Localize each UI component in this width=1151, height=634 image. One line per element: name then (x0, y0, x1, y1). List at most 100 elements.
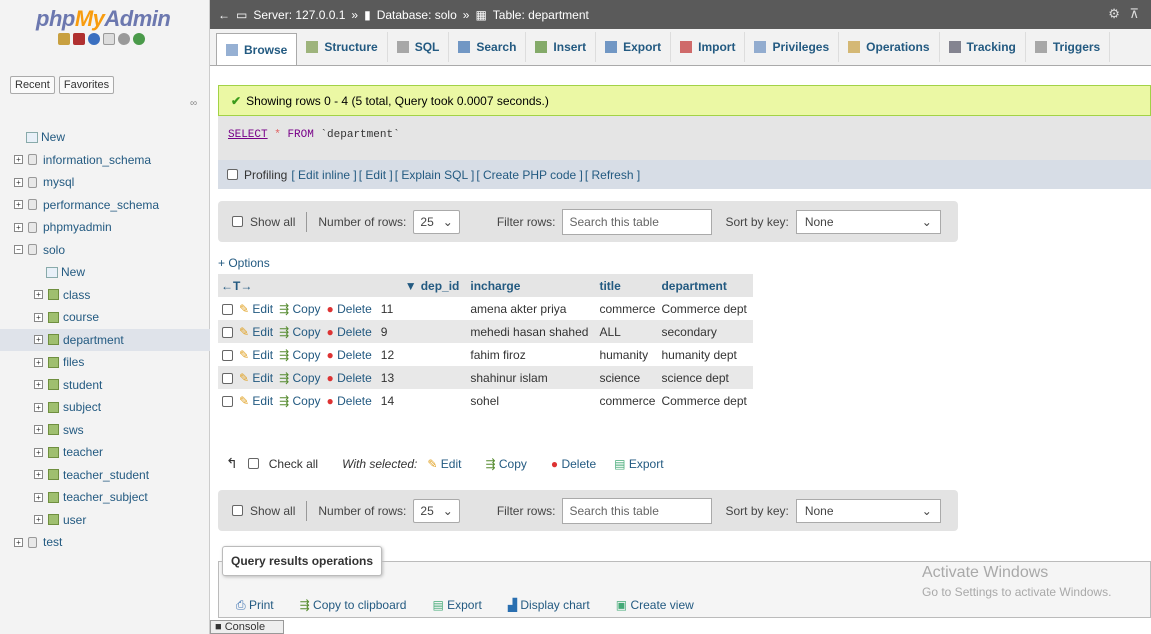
expand-icon[interactable]: + (34, 380, 43, 390)
tab-operations[interactable]: Operations (839, 32, 940, 62)
cell-department[interactable]: humanity dept (658, 343, 753, 366)
tree-item-label[interactable]: information_schema (43, 153, 151, 167)
expand-icon[interactable]: + (14, 177, 23, 187)
row-checkbox[interactable] (222, 326, 233, 338)
tree-item-label[interactable]: department (63, 333, 124, 347)
cell-department[interactable]: secondary (658, 320, 753, 343)
settings-icon[interactable] (118, 33, 130, 45)
tree-item[interactable]: + files (0, 351, 210, 374)
sort-by-key-select[interactable]: None ⌄ (795, 209, 941, 234)
tree-item[interactable]: + phpmyadmin (0, 216, 210, 239)
tab-structure[interactable]: Structure (297, 32, 388, 62)
recent-tab[interactable]: Recent (10, 76, 55, 94)
column-header-title[interactable]: title (591, 274, 659, 297)
expand-icon[interactable]: + (14, 537, 23, 547)
check-all-checkbox[interactable] (247, 458, 259, 469)
cell-dep-id[interactable]: 9 (374, 320, 463, 343)
tab-export[interactable]: Export (596, 32, 672, 62)
bulk-edit-button[interactable]: ✎ Edit (427, 457, 461, 471)
expand-icon[interactable]: + (34, 290, 43, 300)
cell-department[interactable]: Commerce dept (658, 297, 753, 320)
collapse-top-icon[interactable]: ⊼ (1129, 6, 1139, 21)
tree-item-label[interactable]: test (43, 535, 62, 549)
tab-import[interactable]: Import (671, 32, 746, 62)
tree-item-label[interactable]: sws (63, 423, 84, 437)
tab-sql[interactable]: SQL (388, 32, 450, 62)
tab-browse[interactable]: Browse (216, 33, 298, 65)
edit-button[interactable]: ✎ Edit (236, 320, 277, 343)
bulk-copy-button[interactable]: ⇶ Copy (485, 457, 526, 471)
bulk-delete-button[interactable]: ● Delete (551, 457, 596, 471)
sort-arrow-icon[interactable]: ▼ (405, 279, 417, 293)
tree-item[interactable]: + information_schema (0, 149, 210, 172)
show-all-checkbox[interactable] (232, 505, 243, 516)
number-of-rows-select[interactable]: 25 ⌄ (413, 498, 460, 523)
display-chart-button[interactable]: ▟ Display chart (508, 598, 590, 613)
tree-item-label[interactable]: performance_schema (43, 198, 159, 212)
tab-triggers[interactable]: Triggers (1026, 32, 1111, 62)
tree-item-label[interactable]: New (61, 265, 85, 279)
copy-button[interactable]: ⇶ Copy (276, 343, 324, 366)
tree-item[interactable]: + performance_schema (0, 194, 210, 217)
breadcrumb-server[interactable]: Server: 127.0.0.1 (253, 8, 345, 22)
expand-icon[interactable]: + (34, 425, 43, 435)
cell-incharge[interactable]: amena akter priya (462, 297, 592, 320)
column-header-incharge[interactable]: incharge (462, 274, 592, 297)
breadcrumb-database[interactable]: Database: solo (377, 8, 457, 22)
docs-icon[interactable] (103, 33, 115, 45)
column-header-dep-id[interactable]: dep_id (421, 279, 460, 293)
column-header-department[interactable]: department (658, 274, 753, 297)
number-of-rows-select[interactable]: 25 ⌄ (413, 209, 460, 234)
edit-inline-link[interactable]: [ Edit inline ] (291, 168, 356, 182)
tree-item[interactable]: + class (0, 284, 210, 307)
tree-item-label[interactable]: user (63, 513, 86, 527)
row-checkbox[interactable] (222, 395, 233, 407)
collapse-arrow-icon[interactable]: ← (218, 8, 230, 22)
expand-icon[interactable]: + (34, 357, 43, 367)
print-button[interactable]: ⎙ Print (236, 598, 274, 613)
bulk-export-button[interactable]: ▤ Export (614, 457, 663, 471)
cell-incharge[interactable]: mehedi hasan shahed (462, 320, 592, 343)
explain-sql-link[interactable]: [ Explain SQL ] (395, 168, 475, 182)
tree-item-label[interactable]: New (41, 130, 65, 144)
show-all-checkbox[interactable] (232, 216, 243, 227)
edit-button[interactable]: ✎ Edit (236, 389, 277, 412)
delete-button[interactable]: ● Delete (323, 320, 375, 343)
arrows-icon[interactable]: ←T→ (221, 279, 252, 293)
tree-item-label[interactable]: student (63, 378, 102, 392)
check-all-label[interactable]: Check all (269, 457, 318, 471)
expand-icon[interactable]: + (34, 470, 43, 480)
copy-button[interactable]: ⇶ Copy (276, 366, 324, 389)
collapse-icon[interactable]: − (14, 245, 23, 255)
edit-button[interactable]: ✎ Edit (236, 343, 277, 366)
tree-item-label[interactable]: files (63, 355, 84, 369)
copy-button[interactable]: ⇶ Copy (276, 297, 324, 320)
cell-dep-id[interactable]: 13 (374, 366, 463, 389)
cell-title[interactable]: ALL (591, 320, 659, 343)
edit-button[interactable]: ✎ Edit (236, 366, 277, 389)
tree-item-label[interactable]: teacher_student (63, 468, 149, 482)
tree-item[interactable]: + mysql (0, 171, 210, 194)
link-icon[interactable]: ∞ (190, 98, 197, 109)
tree-item-label[interactable]: teacher (63, 445, 103, 459)
tree-item[interactable]: New (0, 126, 210, 149)
cell-title[interactable]: commerce (591, 389, 659, 412)
cell-incharge[interactable]: shahinur islam (462, 366, 592, 389)
tab-tracking[interactable]: Tracking (940, 32, 1026, 62)
delete-button[interactable]: ● Delete (323, 366, 375, 389)
tree-item[interactable]: + user (0, 509, 210, 532)
tree-item[interactable]: + test (0, 531, 210, 554)
sort-by-key-select[interactable]: None ⌄ (795, 498, 941, 523)
tree-item-label[interactable]: solo (43, 243, 65, 257)
cell-title[interactable]: humanity (591, 343, 659, 366)
row-checkbox[interactable] (222, 349, 233, 361)
home-icon[interactable] (58, 33, 70, 45)
export-button[interactable]: ▤ Export (432, 598, 481, 613)
expand-icon[interactable]: + (34, 515, 43, 525)
sql-query-box[interactable]: SELECT * FROM `department` (218, 116, 1151, 160)
copy-button[interactable]: ⇶ Copy (276, 389, 324, 412)
favorites-tab[interactable]: Favorites (58, 76, 115, 94)
tree-item[interactable]: + teacher_student (0, 464, 210, 487)
tree-item-label[interactable]: teacher_subject (63, 490, 148, 504)
logout-icon[interactable] (73, 33, 85, 45)
